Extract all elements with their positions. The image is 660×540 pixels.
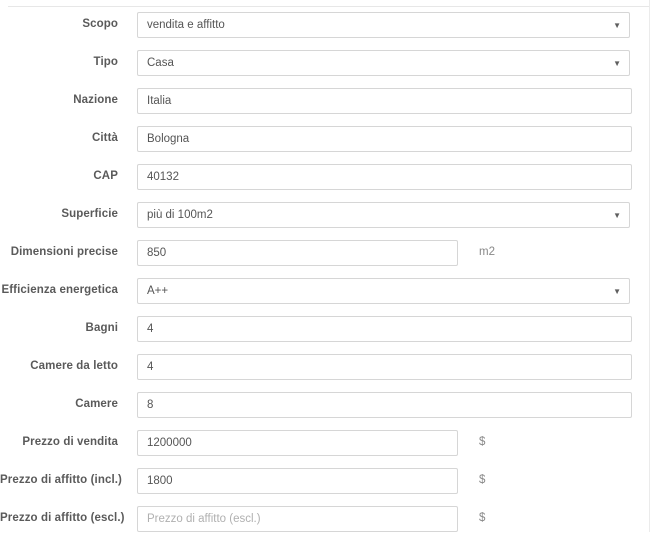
field-label-superficie: Superficie bbox=[61, 208, 118, 220]
form-row-bagni: Bagni 4 bbox=[0, 312, 649, 350]
unit-label-prezzo-di-affitto-incl: $ bbox=[479, 474, 486, 486]
form-row-scopo: Scopo vendita e affitto ▼ bbox=[0, 8, 649, 46]
chevron-down-icon: ▼ bbox=[613, 211, 621, 220]
form-row-prezzo-di-affitto-incl: Prezzo di affitto (incl.) 1800 $ bbox=[0, 464, 649, 502]
form-row-dimensioni-precise: Dimensioni precise 850 m2 bbox=[0, 236, 649, 274]
form-row-superficie: Superficie più di 100m2 ▼ bbox=[0, 198, 649, 236]
select-scopo[interactable]: vendita e affitto ▼ bbox=[137, 12, 630, 38]
field-label-efficienza-energetica: Efficienza energetica bbox=[1, 284, 118, 296]
form-row-citta: Città Bologna bbox=[0, 122, 649, 160]
chevron-down-icon: ▼ bbox=[613, 21, 621, 30]
field-label-bagni: Bagni bbox=[85, 322, 118, 334]
unit-label-dimensioni-precise: m2 bbox=[479, 246, 495, 258]
form-row-efficienza-energetica: Efficienza energetica A++ ▼ bbox=[0, 274, 649, 312]
input-bagni[interactable]: 4 bbox=[137, 316, 632, 342]
field-label-camere: Camere bbox=[75, 398, 118, 410]
field-label-prezzo-di-affitto-incl: Prezzo di affitto (incl.) bbox=[0, 474, 122, 486]
field-label-dimensioni-precise: Dimensioni precise bbox=[10, 246, 118, 258]
select-tipo[interactable]: Casa ▼ bbox=[137, 50, 630, 76]
panel-right-edge bbox=[649, 0, 650, 532]
input-dimensioni-precise[interactable]: 850 bbox=[137, 240, 458, 266]
chevron-down-icon: ▼ bbox=[613, 59, 621, 68]
unit-label-prezzo-di-vendita: $ bbox=[479, 436, 486, 448]
input-cap[interactable]: 40132 bbox=[137, 164, 632, 190]
form-row-prezzo-di-affitto-escl: Prezzo di affitto (escl.) Prezzo di affit… bbox=[0, 502, 649, 540]
form-row-camere-da-letto: Camere da letto 4 bbox=[0, 350, 649, 388]
field-label-scopo: Scopo bbox=[82, 18, 118, 30]
input-camere[interactable]: 8 bbox=[137, 392, 632, 418]
input-nazione[interactable]: Italia bbox=[137, 88, 632, 114]
field-label-cap: CAP bbox=[93, 170, 118, 182]
unit-label-prezzo-di-affitto-escl: $ bbox=[479, 512, 486, 524]
panel-top-divider bbox=[8, 6, 650, 7]
field-label-camere-da-letto: Camere da letto bbox=[30, 360, 118, 372]
field-label-citta: Città bbox=[91, 132, 118, 144]
chevron-down-icon: ▼ bbox=[613, 287, 621, 296]
input-prezzo-di-vendita[interactable]: 1200000 bbox=[137, 430, 458, 456]
form-row-cap: CAP 40132 bbox=[0, 160, 649, 198]
select-efficienza-energetica[interactable]: A++ ▼ bbox=[137, 278, 630, 304]
field-label-tipo: Tipo bbox=[93, 56, 118, 68]
field-label-prezzo-di-affitto-escl: Prezzo di affitto (escl.) bbox=[0, 512, 125, 524]
input-camere-da-letto[interactable]: 4 bbox=[137, 354, 632, 380]
select-superficie[interactable]: più di 100m2 ▼ bbox=[137, 202, 630, 228]
form-row-tipo: Tipo Casa ▼ bbox=[0, 46, 649, 84]
form-row-camere: Camere 8 bbox=[0, 388, 649, 426]
property-details-form: Scopo vendita e affitto ▼ Tipo Casa ▼ Nazione I… bbox=[0, 8, 649, 540]
field-label-nazione: Nazione bbox=[73, 94, 118, 106]
input-prezzo-di-affitto-escl[interactable]: Prezzo di affitto (escl.) bbox=[137, 506, 458, 532]
field-label-prezzo-di-vendita: Prezzo di vendita bbox=[22, 436, 118, 448]
form-row-nazione: Nazione Italia bbox=[0, 84, 649, 122]
form-row-prezzo-di-vendita: Prezzo di vendita 1200000 $ bbox=[0, 426, 649, 464]
input-citta[interactable]: Bologna bbox=[137, 126, 632, 152]
input-prezzo-di-affitto-incl[interactable]: 1800 bbox=[137, 468, 458, 494]
